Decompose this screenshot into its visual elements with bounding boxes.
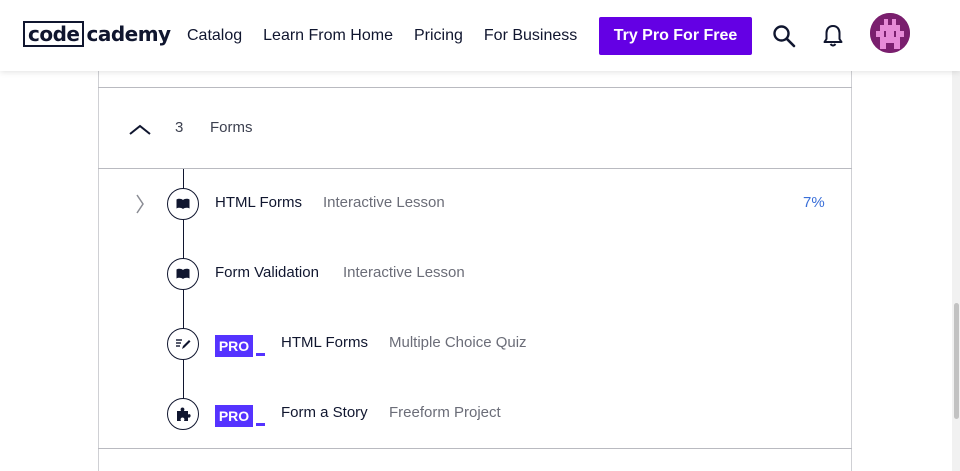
- lesson-status-node: [167, 188, 199, 220]
- nav-catalog[interactable]: Catalog: [187, 27, 242, 45]
- try-pro-button[interactable]: Try Pro For Free: [599, 17, 752, 55]
- book-icon: [176, 268, 190, 279]
- lesson-title[interactable]: Form Validation: [215, 264, 319, 281]
- lesson-title[interactable]: Form a Story: [281, 404, 368, 421]
- pro-label: PRO: [215, 405, 253, 427]
- avatar-pixel-pattern-icon: [870, 13, 910, 53]
- puzzle-icon: [177, 407, 191, 421]
- pro-label: PRO: [215, 335, 253, 357]
- lesson-type: Interactive Lesson: [323, 194, 445, 211]
- quiz-icon: [176, 339, 191, 349]
- lesson-status-node: [167, 258, 199, 290]
- pro-badge: PRO: [215, 405, 265, 427]
- lesson-title[interactable]: HTML Forms: [215, 194, 302, 211]
- lesson-row[interactable]: PRO HTML Forms Multiple Choice Quiz: [99, 309, 851, 379]
- lesson-status-node: [167, 398, 199, 430]
- nav-for-business[interactable]: For Business: [484, 27, 577, 45]
- module-header-forms[interactable]: 3 Forms: [99, 88, 851, 168]
- lesson-progress: 7%: [803, 194, 825, 211]
- lesson-row[interactable]: Form Validation Interactive Lesson: [99, 239, 851, 309]
- module-title: Forms: [210, 119, 253, 136]
- book-icon: [176, 198, 190, 209]
- lesson-type: Freeform Project: [389, 404, 501, 421]
- user-avatar[interactable]: [870, 13, 910, 53]
- lesson-type: Interactive Lesson: [343, 264, 465, 281]
- chevron-right-icon[interactable]: [135, 193, 145, 215]
- bell-icon[interactable]: [822, 24, 844, 48]
- logo-cademy-text: cademy: [86, 22, 171, 46]
- lesson-title[interactable]: HTML Forms: [281, 334, 368, 351]
- search-icon[interactable]: [772, 24, 796, 48]
- pro-cursor: [256, 423, 265, 426]
- lesson-status-node: [167, 328, 199, 360]
- pro-cursor: [256, 353, 265, 356]
- scrollbar-thumb[interactable]: [954, 303, 959, 419]
- lesson-row[interactable]: HTML Forms Interactive Lesson 7%: [99, 169, 851, 239]
- top-nav-bar: code cademy Catalog Learn From Home Pric…: [0, 0, 960, 71]
- nav-pricing[interactable]: Pricing: [414, 27, 463, 45]
- chevron-up-icon[interactable]: [128, 122, 152, 136]
- logo-code-box: code: [23, 21, 85, 47]
- module-number: 3: [175, 119, 184, 136]
- lesson-type: Multiple Choice Quiz: [389, 334, 527, 351]
- nav-learn-from-home[interactable]: Learn From Home: [263, 27, 393, 45]
- lesson-row[interactable]: PRO Form a Story Freeform Project: [99, 379, 851, 449]
- codecademy-logo[interactable]: code cademy: [23, 21, 171, 47]
- main-nav: Catalog Learn From Home Pricing For Busi…: [187, 0, 598, 71]
- pro-badge: PRO: [215, 335, 265, 357]
